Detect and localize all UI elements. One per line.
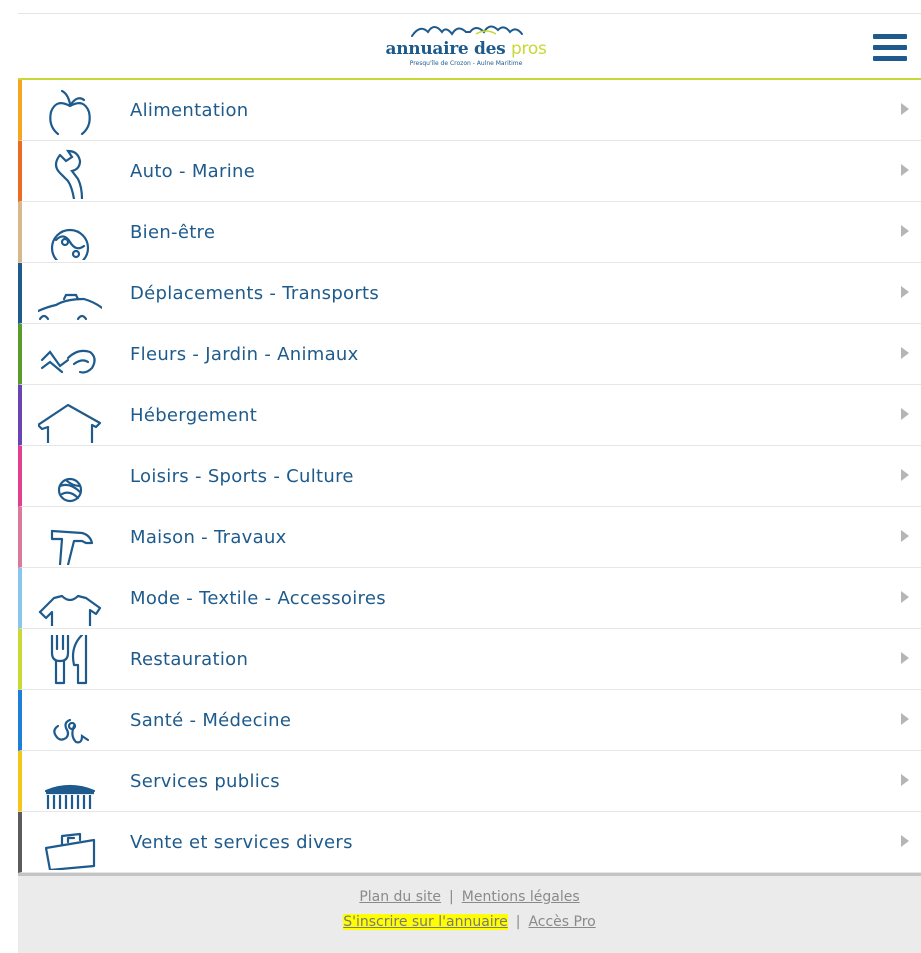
site-logo[interactable]: annuaire des pros Presqu'île de Crozon -…	[371, 20, 561, 78]
logo-wordmark: annuaire des pros	[371, 39, 561, 59]
tshirt-icon	[38, 574, 102, 626]
category-restauration[interactable]: Restauration	[18, 629, 921, 690]
category-label: Mode - Textile - Accessoires	[130, 588, 386, 609]
category-label: Loisirs - Sports - Culture	[130, 466, 354, 487]
category-maison-travaux[interactable]: Maison - Travaux	[18, 507, 921, 568]
category-label: Maison - Travaux	[130, 527, 287, 548]
category-label: Hébergement	[130, 405, 258, 426]
page: annuaire des pros Presqu'île de Crozon -…	[0, 0, 921, 953]
plan-du-site-link[interactable]: Plan du site	[359, 889, 441, 905]
footer-line-2: S'inscrire sur l'annuaire | Accès Pro	[18, 910, 921, 935]
chevron-right-icon	[901, 713, 909, 725]
category-auto-marine[interactable]: Auto - Marine	[18, 141, 921, 202]
coastline-logo-icon	[411, 25, 523, 37]
footer-line-1: Plan du site | Mentions légales	[18, 885, 921, 910]
house-icon	[38, 391, 102, 443]
category-fleurs-jardin-animaux[interactable]: Fleurs - Jardin - Animaux	[18, 324, 921, 385]
category-hebergement[interactable]: Hébergement	[18, 385, 921, 446]
category-bien-etre[interactable]: Bien-être	[18, 202, 921, 263]
category-label: Fleurs - Jardin - Animaux	[130, 344, 359, 365]
footer-separator: |	[449, 889, 454, 905]
chevron-right-icon	[901, 164, 909, 176]
chevron-right-icon	[901, 652, 909, 664]
category-label: Déplacements - Transports	[130, 283, 380, 304]
chevron-right-icon	[901, 408, 909, 420]
chevron-right-icon	[901, 347, 909, 359]
chevron-right-icon	[901, 225, 909, 237]
logo-word-main: annuaire des	[385, 39, 512, 59]
menu-bar	[873, 56, 907, 61]
car-icon	[38, 269, 102, 321]
footer-separator: |	[515, 914, 521, 930]
yin-yang-icon	[38, 208, 102, 260]
site-header: annuaire des pros Presqu'île de Crozon -…	[18, 13, 921, 81]
logo-tagline: Presqu'île de Crozon - Aulne Maritime	[409, 60, 523, 67]
category-loisirs-sports-culture[interactable]: Loisirs - Sports - Culture	[18, 446, 921, 507]
site-footer: Plan du site | Mentions légales S'inscrire…	[18, 873, 921, 953]
category-alimentation[interactable]: Alimentation	[18, 80, 921, 141]
category-label: Restauration	[130, 649, 249, 670]
shopping-bag-icon	[38, 818, 102, 870]
category-label: Santé - Médecine	[130, 710, 292, 731]
hamburger-menu-icon[interactable]	[873, 34, 907, 64]
category-label: Bien-être	[130, 222, 216, 243]
public-building-icon	[38, 757, 102, 809]
chevron-right-icon	[901, 103, 909, 115]
category-label: Vente et services divers	[130, 832, 353, 853]
chevron-right-icon	[901, 774, 909, 786]
chevron-right-icon	[901, 530, 909, 542]
apple-icon	[38, 86, 102, 138]
category-services-publics[interactable]: Services publics	[18, 751, 921, 812]
ball-icon	[38, 452, 102, 504]
inscrire-annuaire-link[interactable]: S'inscrire sur l'annuaire	[343, 914, 508, 930]
chevron-right-icon	[901, 591, 909, 603]
category-label: Auto - Marine	[130, 161, 256, 182]
chevron-right-icon	[901, 835, 909, 847]
acces-pro-link[interactable]: Accès Pro	[528, 914, 595, 930]
logo-word-accent: pros	[511, 39, 547, 59]
watering-can-icon	[38, 330, 102, 382]
chevron-right-icon	[901, 286, 909, 298]
menu-bar	[873, 45, 907, 50]
menu-bar	[873, 34, 907, 39]
chevron-right-icon	[901, 469, 909, 481]
category-list: Alimentation Auto - Marine Bien-être Dép…	[18, 80, 921, 873]
category-sante-medecine[interactable]: Santé - Médecine	[18, 690, 921, 751]
hammer-icon	[38, 513, 102, 565]
wrench-icon	[38, 147, 102, 199]
stethoscope-icon	[38, 696, 102, 748]
category-deplacements-transports[interactable]: Déplacements - Transports	[18, 263, 921, 324]
category-label: Alimentation	[130, 100, 249, 121]
category-vente-services-divers[interactable]: Vente et services divers	[18, 812, 921, 873]
category-mode-textile-accessoires[interactable]: Mode - Textile - Accessoires	[18, 568, 921, 629]
category-label: Services publics	[130, 771, 280, 792]
fork-knife-icon	[38, 635, 102, 687]
mentions-legales-link[interactable]: Mentions légales	[462, 889, 580, 905]
